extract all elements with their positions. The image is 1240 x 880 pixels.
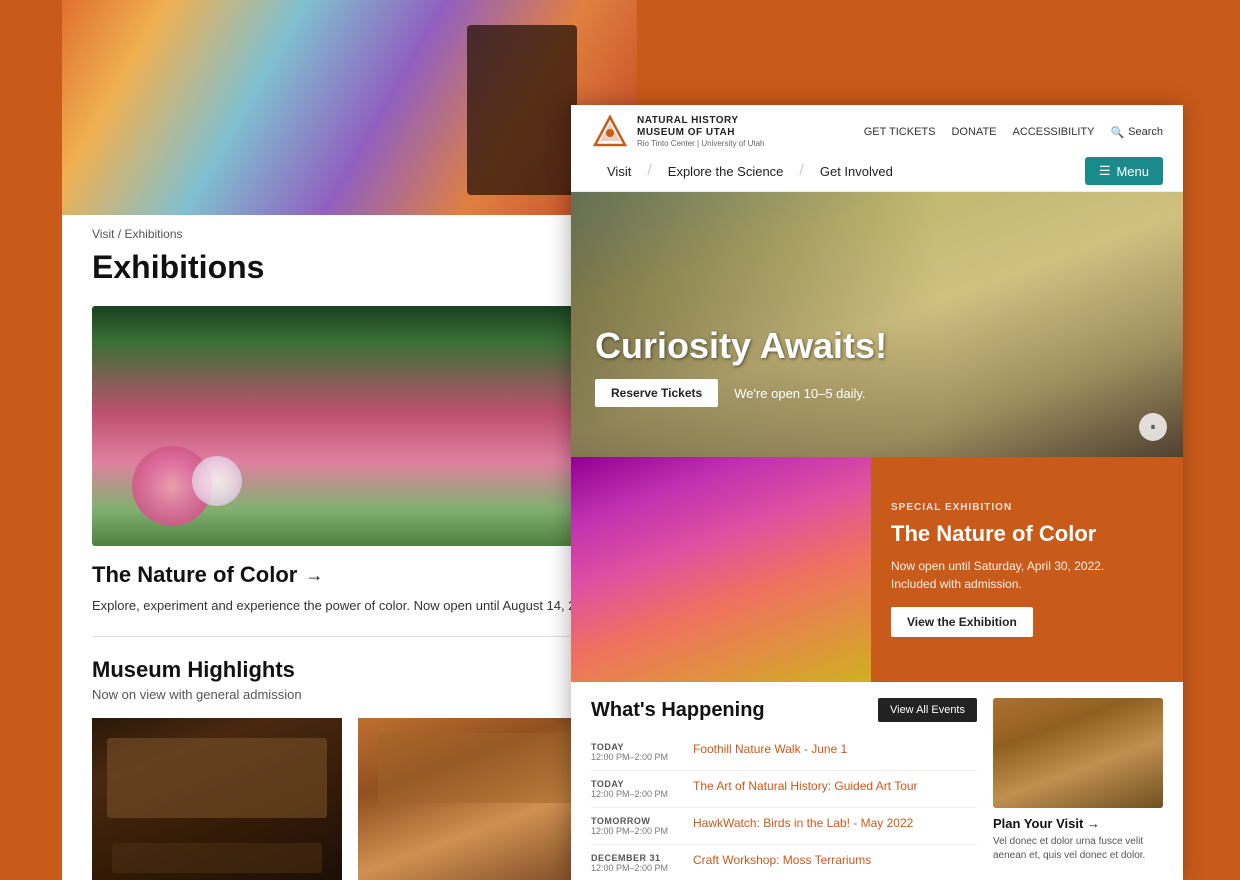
event-time-col-2: TODAY 12:00 PM–2:00 PM [591, 779, 681, 799]
page-title: Exhibitions [62, 245, 637, 306]
reserve-tickets-button[interactable]: Reserve Tickets [595, 379, 718, 407]
special-exhibition-desc: Now open until Saturday, April 30, 2022.… [891, 557, 1163, 593]
event-time-3: 12:00 PM–2:00 PM [591, 826, 681, 836]
hero-section: Curiosity Awaits! Reserve Tickets We're … [571, 192, 1183, 457]
section-divider [92, 636, 607, 637]
museum-highlights: Museum Highlights Now on view with gener… [62, 657, 637, 880]
special-exhibition: SPECIAL EXHIBITION The Nature of Color N… [571, 457, 1183, 682]
event-row-2: TODAY 12:00 PM–2:00 PM The Art of Natura… [591, 771, 977, 808]
native-voices-image [358, 718, 608, 858]
past-worlds-image [92, 718, 342, 858]
event-day-1: TODAY [591, 742, 681, 752]
museum-website-panel: NATURAL HISTORY MUSEUM OF UTAH Rio Tinto… [571, 105, 1183, 880]
event-name-2[interactable]: The Art of Natural History: Guided Art T… [693, 779, 918, 793]
events-header: What's Happening View All Events [591, 698, 977, 722]
special-exhibition-title: The Nature of Color [891, 521, 1163, 547]
hero-top-image [62, 0, 637, 215]
event-day-4: DECEMBER 31 [591, 853, 681, 863]
top-bar: NATURAL HISTORY MUSEUM OF UTAH Rio Tinto… [571, 105, 1183, 151]
search-icon: 🔍 [1110, 126, 1124, 139]
logo-text: NATURAL HISTORY MUSEUM OF UTAH Rio Tinto… [637, 115, 764, 149]
whats-happening-section: What's Happening View All Events TODAY 1… [571, 682, 1183, 880]
featured-exhibit-card: The Nature of Color → Explore, experimen… [62, 306, 637, 636]
logo-org: MUSEUM OF UTAH [637, 127, 764, 139]
highlights-title: Museum Highlights [92, 657, 607, 683]
menu-button[interactable]: ☰ Menu [1085, 157, 1163, 185]
exhibit-arrow[interactable]: → [305, 565, 323, 586]
past-worlds-card[interactable]: Past Worlds → [92, 718, 342, 880]
native-voices-card[interactable]: Native Voices → [358, 718, 608, 880]
special-exhibition-info: SPECIAL EXHIBITION The Nature of Color N… [871, 457, 1183, 682]
special-desc-line2: Included with admission. [891, 577, 1022, 591]
events-title: What's Happening [591, 699, 765, 722]
logo-area: NATURAL HISTORY MUSEUM OF UTAH Rio Tinto… [591, 113, 764, 151]
exhibit-image [92, 306, 607, 546]
event-time-col-1: TODAY 12:00 PM–2:00 PM [591, 742, 681, 762]
donate-link[interactable]: DONATE [951, 126, 996, 138]
breadcrumb-exhibitions: Exhibitions [124, 227, 182, 241]
plan-visit-image [993, 698, 1163, 808]
view-exhibition-button[interactable]: View the Exhibition [891, 607, 1033, 637]
breadcrumb: Visit / Exhibitions [62, 215, 637, 245]
search-area[interactable]: 🔍 Search [1110, 126, 1163, 139]
event-row-4: DECEMBER 31 12:00 PM–2:00 PM Craft Works… [591, 845, 977, 880]
event-day-3: TOMORROW [591, 816, 681, 826]
event-time-2: 12:00 PM–2:00 PM [591, 789, 681, 799]
highlights-subtitle: Now on view with general admission [92, 687, 607, 702]
museum-logo-icon [591, 113, 629, 151]
hero-content: Curiosity Awaits! Reserve Tickets We're … [595, 325, 887, 407]
nav-involved[interactable]: Get Involved [804, 158, 909, 185]
event-time-1: 12:00 PM–2:00 PM [591, 752, 681, 762]
event-name-1[interactable]: Foothill Nature Walk - June 1 [693, 742, 847, 756]
special-exhibition-image [571, 457, 871, 682]
event-day-2: TODAY [591, 779, 681, 789]
event-time-col-3: TOMORROW 12:00 PM–2:00 PM [591, 816, 681, 836]
nav-bar: Visit / Explore the Science / Get Involv… [571, 151, 1183, 191]
event-name-3[interactable]: HawkWatch: Birds in the Lab! - May 2022 [693, 816, 913, 830]
event-name-4[interactable]: Craft Workshop: Moss Terrariums [693, 853, 871, 867]
hero-hours: We're open 10–5 daily. [734, 386, 865, 401]
plan-your-visit-card[interactable]: Plan Your Visit → Vel donec et dolor urn… [993, 698, 1163, 880]
exhibit-description: Explore, experiment and experience the p… [92, 596, 607, 636]
event-time-4: 12:00 PM–2:00 PM [591, 863, 681, 873]
get-tickets-link[interactable]: GET TICKETS [864, 126, 936, 138]
hero-cta-row: Reserve Tickets We're open 10–5 daily. [595, 379, 887, 407]
exhibit-title: The Nature of Color [92, 562, 297, 588]
accessibility-link[interactable]: ACCESSIBILITY [1013, 126, 1095, 138]
event-row-3: TOMORROW 12:00 PM–2:00 PM HawkWatch: Bir… [591, 808, 977, 845]
event-row-1: TODAY 12:00 PM–2:00 PM Foothill Nature W… [591, 734, 977, 771]
view-all-events-button[interactable]: View All Events [878, 698, 977, 722]
menu-icon: ☰ [1099, 163, 1111, 179]
special-desc-line1: Now open until Saturday, April 30, 2022. [891, 559, 1104, 573]
top-links: GET TICKETS DONATE ACCESSIBILITY 🔍 Searc… [864, 126, 1163, 139]
pause-button[interactable]: ⏸ [1139, 413, 1167, 441]
exhibitions-panel: Visit / Exhibitions Exhibitions The Natu… [62, 0, 637, 880]
search-label: Search [1128, 126, 1163, 138]
special-exhibition-tag: SPECIAL EXHIBITION [891, 502, 1163, 513]
plan-visit-description: Vel donec et dolor urna fusce velit aene… [993, 835, 1163, 863]
plan-visit-title[interactable]: Plan Your Visit → [993, 816, 1163, 831]
logo-name: NATURAL HISTORY [637, 115, 764, 127]
nav-explore[interactable]: Explore the Science [652, 158, 800, 185]
events-section: What's Happening View All Events TODAY 1… [591, 698, 977, 880]
breadcrumb-visit[interactable]: Visit [92, 227, 114, 241]
hero-headline: Curiosity Awaits! [595, 325, 887, 367]
menu-label: Menu [1116, 164, 1149, 179]
site-header: NATURAL HISTORY MUSEUM OF UTAH Rio Tinto… [571, 105, 1183, 192]
logo-tagline: Rio Tinto Center | University of Utah [637, 139, 764, 149]
nav-visit[interactable]: Visit [591, 158, 647, 185]
event-time-col-4: DECEMBER 31 12:00 PM–2:00 PM [591, 853, 681, 873]
highlights-grid: Past Worlds → Native Voices → [92, 718, 607, 880]
exhibit-title-row: The Nature of Color → [92, 546, 607, 596]
